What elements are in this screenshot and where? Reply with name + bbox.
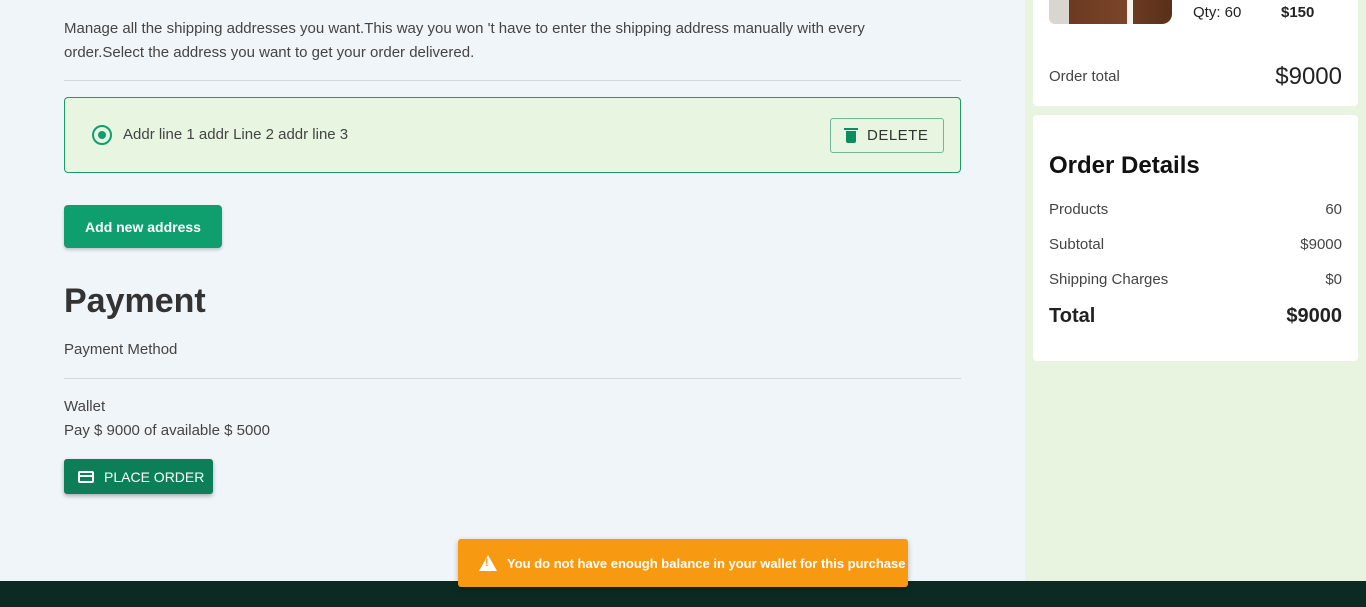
- detail-label: Shipping Charges: [1049, 271, 1169, 288]
- detail-row-total: Total $9000: [1049, 305, 1342, 328]
- order-total-value: $9000: [1275, 63, 1342, 90]
- detail-row-shipping: Shipping Charges $0: [1049, 271, 1342, 288]
- trash-icon: [844, 128, 858, 143]
- cart-summary-card: Qty: 60 $150 Order total $9000: [1033, 0, 1358, 106]
- credit-card-icon: [78, 470, 94, 483]
- detail-row-subtotal: Subtotal $9000: [1049, 236, 1342, 253]
- total-value: $9000: [1286, 305, 1342, 327]
- toast-message: You do not have enough balance in your w…: [507, 555, 906, 571]
- product-image: [1049, 0, 1172, 24]
- detail-value: $0: [1325, 271, 1342, 288]
- payment-method-wallet: Wallet: [64, 398, 106, 415]
- add-new-address-button[interactable]: Add new address: [64, 205, 222, 248]
- address-card[interactable]: Addr line 1 addr Line 2 addr line 3 DELE…: [64, 97, 961, 173]
- order-total-label: Order total: [1049, 68, 1120, 85]
- divider: [64, 378, 961, 379]
- detail-value: 60: [1325, 201, 1342, 218]
- detail-row-products: Products 60: [1049, 201, 1342, 218]
- delete-label: DELETE: [867, 127, 929, 144]
- address-text: Addr line 1 addr Line 2 addr line 3: [123, 126, 349, 143]
- warning-toast[interactable]: You do not have enough balance in your w…: [458, 539, 908, 587]
- detail-label: Subtotal: [1049, 236, 1105, 253]
- wallet-balance-info: Pay $ 9000 of available $ 5000: [64, 422, 270, 439]
- product-qty: Qty: 60: [1193, 4, 1242, 21]
- place-order-label: PLACE ORDER: [104, 468, 205, 485]
- order-details-card: Order Details Products 60 Subtotal $9000…: [1033, 115, 1358, 361]
- divider: [64, 80, 961, 81]
- product-price: $150: [1281, 4, 1315, 21]
- total-label: Total: [1049, 305, 1096, 327]
- delete-address-button[interactable]: DELETE: [830, 118, 944, 153]
- payment-method-label: Payment Method: [64, 341, 178, 358]
- address-intro: Manage all the shipping addresses you wa…: [64, 20, 865, 61]
- detail-label: Products: [1049, 201, 1109, 218]
- payment-title: Payment: [64, 282, 206, 320]
- order-details-title: Order Details: [1049, 152, 1200, 179]
- place-order-button[interactable]: PLACE ORDER: [64, 459, 213, 494]
- detail-value: $9000: [1300, 236, 1342, 253]
- address-radio[interactable]: [92, 125, 112, 145]
- checkout-main: Manage all the shipping addresses you wa…: [0, 0, 1025, 581]
- warning-icon: [479, 555, 497, 571]
